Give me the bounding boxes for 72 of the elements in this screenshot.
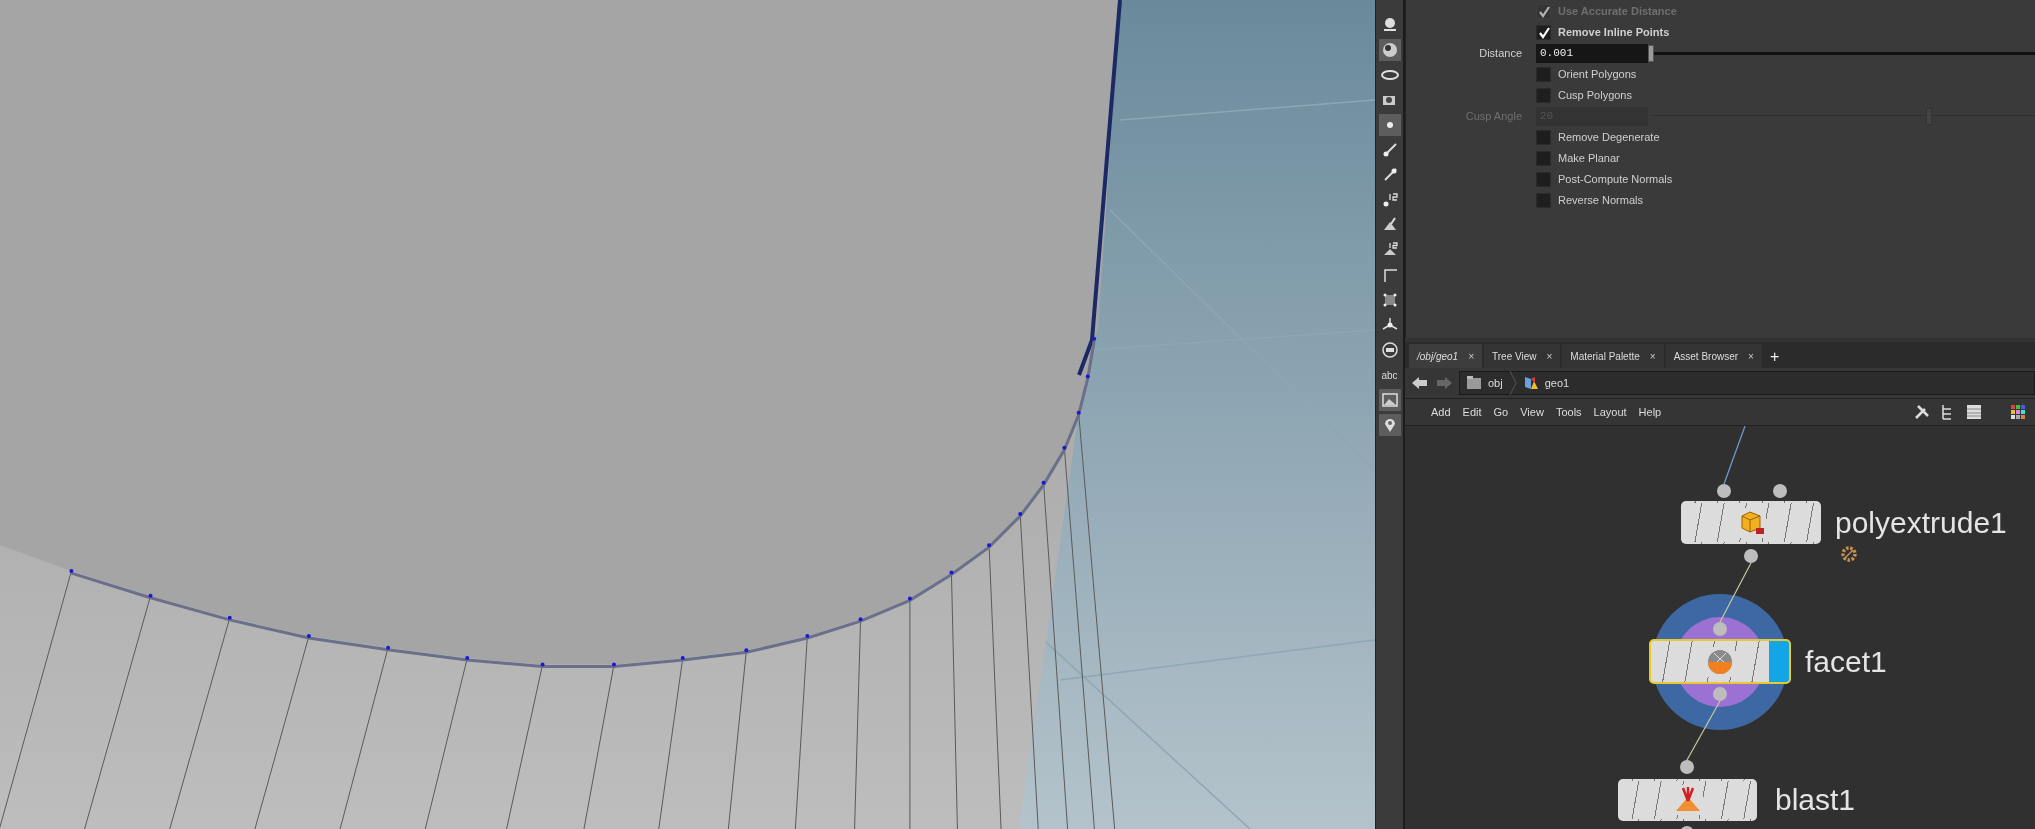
image-icon — [1380, 391, 1399, 409]
forward-arrow-icon — [1435, 375, 1453, 391]
menu-item[interactable]: Edit — [1456, 403, 1488, 421]
circle-icon — [1380, 341, 1399, 359]
checkmark-icon — [1537, 5, 1550, 18]
menu-item[interactable]: Help — [1632, 403, 1668, 421]
tab-label: Tree View — [1492, 349, 1537, 364]
pane-tab[interactable]: Tree View × — [1484, 344, 1561, 368]
menu-item[interactable]: View — [1514, 403, 1550, 421]
close-button[interactable]: × — [1546, 348, 1553, 364]
close-button[interactable]: × — [1649, 348, 1656, 364]
checkbox-label: Post-Compute Normals — [1558, 172, 1673, 188]
close-button[interactable]: × — [1748, 348, 1754, 364]
checkbox[interactable] — [1536, 130, 1551, 145]
value-field[interactable]: 0.001 — [1536, 44, 1648, 63]
input-port[interactable] — [1717, 484, 1731, 498]
checkbox[interactable] — [1536, 88, 1551, 103]
color-grid-icon[interactable] — [2009, 403, 2027, 421]
folder-icon — [1466, 375, 1482, 391]
node-tile[interactable] — [1649, 639, 1791, 684]
menu-item[interactable]: Tools — [1549, 403, 1588, 421]
close-button[interactable]: × — [1468, 348, 1474, 364]
node-tile[interactable] — [1618, 779, 1757, 821]
connection-wire — [1719, 562, 1752, 623]
output-port[interactable] — [1680, 826, 1694, 829]
checkbox[interactable] — [1536, 151, 1551, 166]
input-port[interactable] — [1713, 622, 1727, 636]
tool-button[interactable]: abc — [1378, 364, 1401, 386]
path-segment[interactable]: obj — [1488, 374, 1503, 392]
checkbox-label: Reverse Normals — [1558, 193, 1643, 209]
checkbox-label: Cusp Polygons — [1558, 88, 1632, 104]
chevron-icon — [1508, 371, 1517, 395]
tool-button[interactable] — [1378, 39, 1401, 61]
checkbox[interactable] — [1536, 25, 1551, 40]
back-arrow-icon — [1411, 375, 1429, 391]
dot-icon — [1385, 121, 1394, 129]
checkbox-label: Make Planar — [1558, 151, 1620, 167]
connection-wire — [1686, 700, 1721, 761]
geometry-icon — [1522, 375, 1539, 391]
input-port[interactable] — [1680, 760, 1694, 774]
checkbox[interactable] — [1536, 67, 1551, 82]
wrench-icon[interactable] — [1913, 403, 1931, 421]
parameter-label: Distance — [1479, 47, 1522, 60]
tab-label: Material Palette — [1570, 349, 1640, 364]
checkbox[interactable] — [1536, 193, 1551, 208]
add-tab-button[interactable]: + — [1763, 346, 1786, 368]
pane-tab[interactable]: Material Palette × — [1562, 344, 1664, 368]
checkmark-icon — [1537, 26, 1550, 39]
pane-tab[interactable]: Asset Browser × — [1665, 344, 1762, 368]
menu-item[interactable]: Go — [1487, 403, 1515, 421]
list-icon[interactable] — [1965, 403, 1983, 421]
checkbox[interactable] — [1536, 172, 1551, 187]
node-label: facet1 — [1805, 647, 1887, 677]
checkbox-label: Remove Inline Points — [1558, 25, 1670, 41]
tool-button[interactable] — [1378, 389, 1401, 411]
pane-tab[interactable]: /obj/geo1 × — [1409, 344, 1482, 368]
node-tile[interactable] — [1681, 501, 1821, 544]
sphere-icon — [1380, 41, 1399, 59]
path-segment[interactable]: geo1 — [1544, 374, 1570, 392]
menu-item[interactable]: Add — [1425, 403, 1457, 421]
connection-wire — [1723, 426, 1746, 485]
tab-label: Asset Browser — [1673, 349, 1739, 364]
node-label: polyextrude1 — [1835, 508, 2007, 538]
input-port[interactable] — [1773, 484, 1787, 498]
tool-button[interactable] — [1378, 114, 1401, 136]
tab-label: /obj/geo1 — [1417, 349, 1459, 364]
node-label: blast1 — [1775, 785, 1856, 815]
menu-item[interactable]: Layout — [1587, 403, 1633, 421]
checkbox-label: Orient Polygons — [1558, 67, 1637, 83]
checkbox-label: Remove Degenerate — [1558, 130, 1660, 146]
slider-handle[interactable] — [1648, 45, 1654, 62]
output-port[interactable] — [1744, 549, 1758, 563]
